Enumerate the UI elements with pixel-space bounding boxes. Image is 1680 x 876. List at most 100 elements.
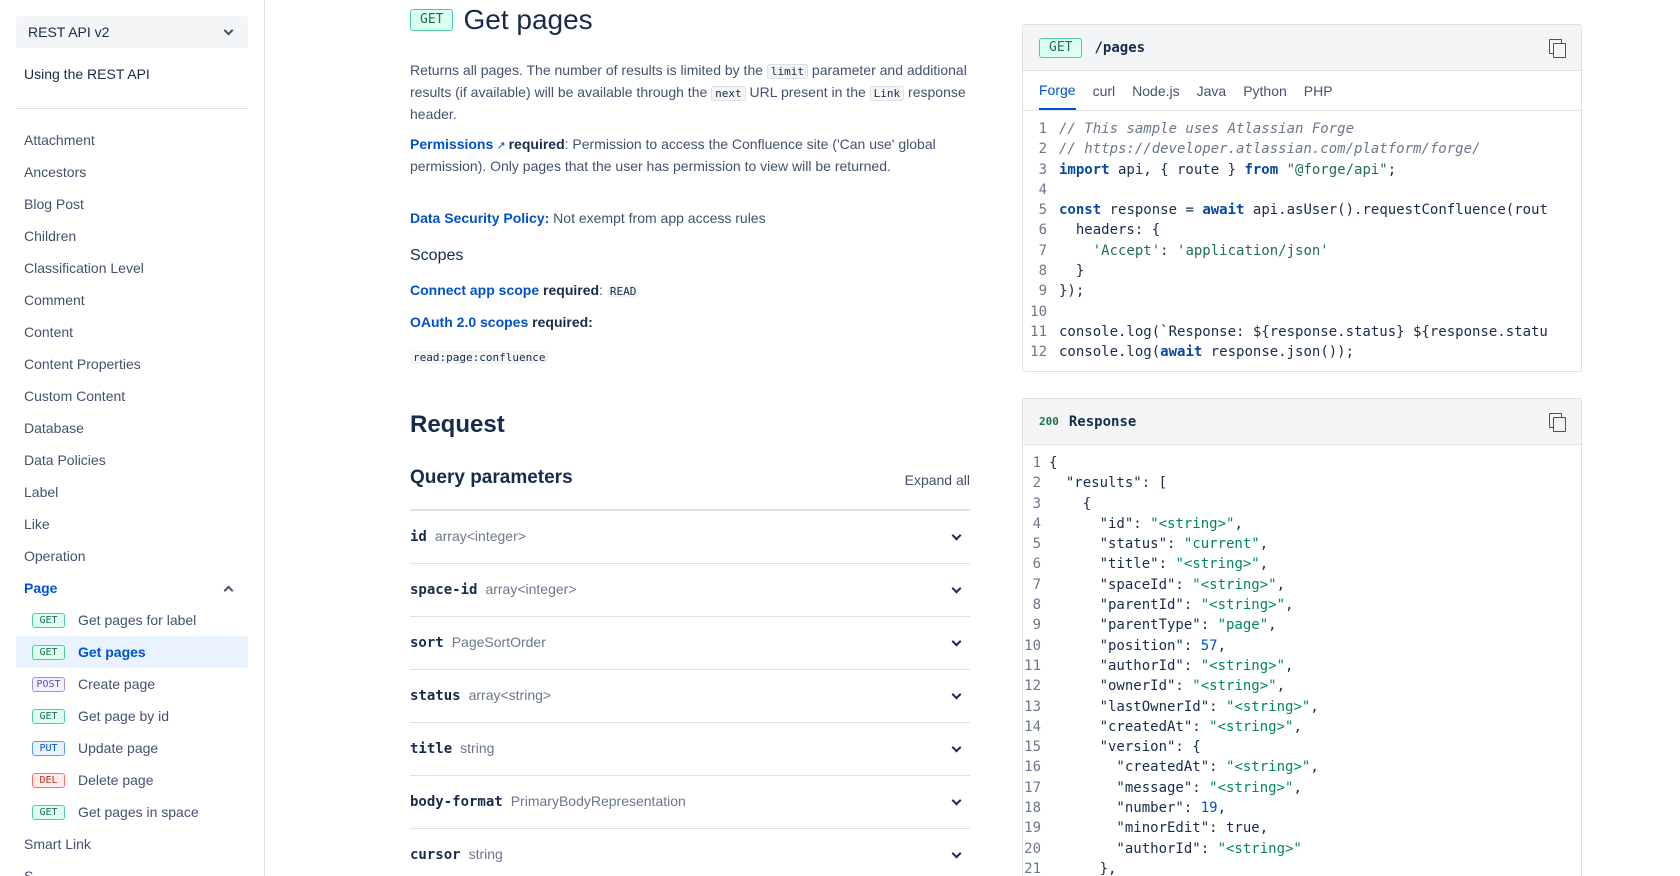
param-type: PageSortOrder [451,634,546,650]
sub-item-label: Delete page [78,772,154,788]
code-token: "lastOwnerId": [1049,698,1227,715]
permissions: Permissions ↗ required: Permission to ac… [410,134,970,176]
sub-item-label: Get pages for label [78,612,197,628]
connect-scope-link[interactable]: Connect app scope [410,282,539,298]
code-line: 7 'Accept': 'application/json' [1023,241,1581,261]
nav-item-like[interactable]: Like [16,508,248,540]
param-row-id[interactable]: id array<integer> [410,511,970,564]
sub-item-get-pages-for-label[interactable]: GET Get pages for label [16,604,248,636]
version-select[interactable]: REST API v2 [16,16,248,48]
sub-item-get-pages-in-space[interactable]: GET Get pages in space [16,796,248,828]
code-line: 12 "ownerId": "<string>", [1023,676,1581,696]
code-line: 1{ [1023,453,1581,473]
code-token: await [1202,202,1245,219]
code-text: "lastOwnerId": "<string>", [1049,697,1319,717]
code-token: "version": { [1049,739,1201,756]
copy-icon[interactable] [1549,412,1566,432]
line-number: 5 [1038,202,1047,219]
nav-item-classification-level[interactable]: Classification Level [16,252,248,284]
nav-item-attachment[interactable]: Attachment [16,124,248,156]
code-line: 1 // This sample uses Atlassian Forge [1023,119,1581,139]
nav-item-data-policies[interactable]: Data Policies [16,444,248,476]
code-token: "parentType": [1049,617,1218,634]
language-tabs: Forge curl Node.js Java Python PHP [1023,71,1581,111]
sub-item-update-page[interactable]: PUT Update page [16,732,248,764]
nav-item-smart-link[interactable]: Smart Link [16,828,248,860]
sub-item-get-page-by-id[interactable]: GET Get page by id [16,700,248,732]
param-row-title[interactable]: title string [410,723,970,776]
tab-python[interactable]: Python [1243,71,1287,110]
nav-item-comment[interactable]: Comment [16,284,248,316]
nav-item-blog-post[interactable]: Blog Post [16,188,248,220]
param-info: space-id array<integer> [410,581,577,599]
expand-all-button[interactable]: Expand all [905,472,970,488]
param-row-cursor[interactable]: cursor string [410,829,970,876]
line-number: 17 [1024,779,1041,796]
param-row-body-format[interactable]: body-format PrimaryBodyRepresentation [410,776,970,829]
nav-item-content[interactable]: Content [16,316,248,348]
data-security-link[interactable]: Data Security Policy: [410,210,549,226]
permissions-required: required [508,136,565,152]
tab-nodejs[interactable]: Node.js [1132,71,1179,110]
tab-curl[interactable]: curl [1093,71,1116,110]
nav-item-ancestors[interactable]: Ancestors [16,156,248,188]
nav-item-partial[interactable]: S [16,860,248,876]
code-token: "status": [1049,536,1184,553]
code-text: "message": "<string>", [1049,778,1301,798]
tab-forge[interactable]: Forge [1039,71,1076,110]
chevron-down-icon [951,795,962,805]
code-line: 10 [1023,302,1581,322]
param-name: id [410,529,427,545]
nav-item-label[interactable]: Label [16,476,248,508]
chevron-down-icon [951,636,962,646]
param-type: array<integer> [434,528,526,544]
tab-php[interactable]: PHP [1304,71,1333,110]
param-row-space-id[interactable]: space-id array<integer> [410,564,970,617]
nav-item-content-properties[interactable]: Content Properties [16,348,248,380]
title-row: GET Get pages [410,4,593,36]
description: Returns all pages. The number of results… [410,60,970,124]
param-info: status array<string> [410,687,551,705]
chevron-down-icon [951,848,962,858]
data-security: Data Security Policy: Not exempt from ap… [410,208,970,228]
request-sample-panel: GET /pages Forge curl Node.js Java Pytho… [1022,24,1582,372]
code-text: "parentType": "page", [1049,615,1277,635]
code-line: 12 console.log(await response.json()); [1023,342,1581,362]
oauth-scopes-required: required: [532,314,593,330]
sub-item-delete-page[interactable]: DEL Delete page [16,764,248,796]
param-row-sort[interactable]: sort PageSortOrder [410,617,970,670]
permissions-link[interactable]: Permissions [410,136,493,152]
code-line: 9}); [1023,281,1581,301]
line-number: 18 [1024,800,1041,817]
line-number: 5 [1032,536,1041,553]
nav-list: Attachment Ancestors Blog Post Children … [16,124,248,876]
copy-icon[interactable] [1549,38,1566,58]
nav-item-operation[interactable]: Operation [16,540,248,572]
query-parameters-heading: Query parameters [410,467,573,488]
oauth-scopes-link[interactable]: OAuth 2.0 scopes [410,314,528,330]
nav-using-rest-api[interactable]: Using the REST API [24,66,150,82]
code-token: const [1059,202,1102,219]
tab-java[interactable]: Java [1197,71,1227,110]
nav-item-custom-content[interactable]: Custom Content [16,380,248,412]
nav-item-database[interactable]: Database [16,412,248,444]
method-badge: PUT [32,740,65,756]
sidebar: REST API v2 Using the REST API Attachmen… [0,0,265,876]
line-number: 15 [1024,739,1041,756]
sub-item-get-pages[interactable]: GET Get pages [16,636,248,668]
code-line: 3 import api, { route } from "@forge/api"… [1023,160,1581,180]
param-name: body-format [410,794,503,810]
code-token: console.log( [1059,344,1161,361]
param-row-status[interactable]: status array<string> [410,670,970,723]
status-code-badge: 200 [1039,415,1059,428]
code-token: , [1310,759,1319,776]
code-text: "spaceId": "<string>", [1049,575,1285,595]
nav-item-children[interactable]: Children [16,220,248,252]
connect-scope-value: READ [606,285,640,298]
code-token: "<string>" [1209,718,1294,735]
nav-item-page[interactable]: Page [16,572,248,604]
desc-text-3: URL present in the [745,84,870,100]
code-token: from [1244,161,1279,178]
sub-item-create-page[interactable]: POST Create page [16,668,248,700]
